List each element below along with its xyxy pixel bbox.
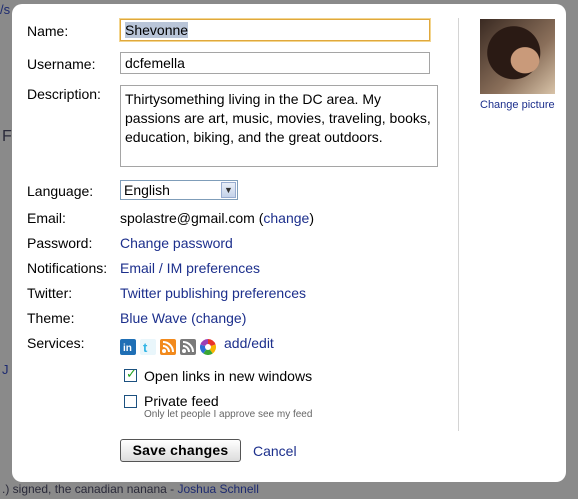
email-row: spolastre@gmail.com (change) xyxy=(120,210,314,226)
picasa-icon[interactable] xyxy=(199,339,217,356)
svg-text:t: t xyxy=(143,340,148,355)
twitter-preferences-link[interactable]: Twitter publishing preferences xyxy=(120,285,306,301)
open-links-label[interactable]: Open links in new windows xyxy=(144,368,312,384)
email-change-link[interactable]: change xyxy=(263,210,309,226)
twitter-icon[interactable]: t xyxy=(140,339,156,355)
name-input[interactable]: Shevonne xyxy=(120,19,430,41)
notification-preferences-link[interactable]: Email / IM preferences xyxy=(120,260,260,276)
save-changes-button[interactable]: Save changes xyxy=(120,439,241,462)
edit-profile-dialog: Name: Shevonne Username: dcfemella Descr… xyxy=(12,4,566,482)
description-textarea[interactable]: Thirtysomething living in the DC area. M… xyxy=(120,85,438,167)
password-label: Password: xyxy=(27,235,93,251)
language-select[interactable]: English ▼ xyxy=(120,180,238,200)
services-add-edit-link[interactable]: add/edit xyxy=(224,335,274,351)
cancel-link[interactable]: Cancel xyxy=(253,443,297,459)
email-label: Email: xyxy=(27,210,66,226)
background-author-fragment: J xyxy=(2,362,9,377)
theme-close-paren: ) xyxy=(241,310,247,326)
profile-picture xyxy=(480,19,555,94)
description-label: Description: xyxy=(27,86,101,102)
language-selected-value: English xyxy=(124,182,170,198)
rss-feed-icon[interactable] xyxy=(160,339,176,355)
language-label: Language: xyxy=(27,183,94,199)
name-label: Name: xyxy=(27,23,69,39)
name-value: Shevonne xyxy=(125,22,189,38)
services-label: Services: xyxy=(27,335,85,351)
open-links-checkbox[interactable] xyxy=(124,366,137,382)
username-value: dcfemella xyxy=(125,55,185,71)
private-feed-checkbox[interactable] xyxy=(124,395,137,408)
column-divider xyxy=(458,18,459,431)
theme-change-link[interactable]: change xyxy=(196,310,242,326)
background-heading-fragment: F xyxy=(2,128,12,145)
twitter-label: Twitter: xyxy=(27,285,73,301)
theme-value-link[interactable]: Blue Wave xyxy=(120,310,187,326)
private-feed-label[interactable]: Private feed xyxy=(144,393,219,409)
linkedin-icon[interactable]: in xyxy=(120,339,136,355)
background-comment-line: .) signed, the canadian nanana - Joshua … xyxy=(2,482,259,496)
theme-label: Theme: xyxy=(27,310,75,326)
email-close-paren: ) xyxy=(309,210,314,226)
private-feed-hint: Only let people I approve see my feed xyxy=(144,409,313,420)
email-value: spolastre@gmail.com xyxy=(120,210,255,226)
notifications-label: Notifications: xyxy=(27,260,108,276)
svg-text:in: in xyxy=(123,343,132,354)
chevron-down-icon[interactable]: ▼ xyxy=(221,182,236,198)
change-password-link[interactable]: Change password xyxy=(120,235,233,251)
background-link-fragment: /s xyxy=(0,2,11,17)
blog-feed-icon[interactable] xyxy=(180,339,196,355)
username-label: Username: xyxy=(27,56,96,72)
theme-row: Blue Wave (change) xyxy=(120,310,246,326)
username-input[interactable]: dcfemella xyxy=(120,52,430,74)
change-picture-link[interactable]: Change picture xyxy=(480,99,555,111)
